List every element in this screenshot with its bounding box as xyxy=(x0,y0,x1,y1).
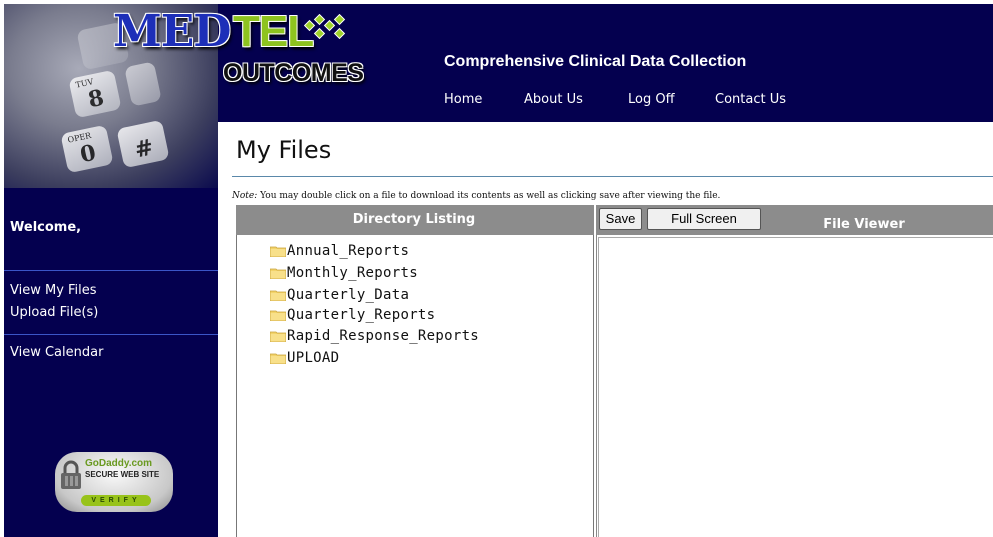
folder-label: Quarterly_Reports xyxy=(287,307,436,323)
save-button[interactable]: Save xyxy=(599,208,642,230)
logo-tel-text: TEL xyxy=(233,7,314,56)
note-body: You may double click on a file to downlo… xyxy=(257,191,721,201)
file-viewer-header: File Viewer xyxy=(823,217,905,232)
folder-item-annual-reports[interactable]: Annual_Reports xyxy=(270,242,409,260)
folder-icon xyxy=(270,353,286,364)
nav-log-off[interactable]: Log Off xyxy=(628,92,675,107)
note-text: Note: You may double click on a file to … xyxy=(232,191,720,201)
nav-contact-us[interactable]: Contact Us xyxy=(715,92,786,107)
phone-key-digit: 8 xyxy=(85,84,107,114)
badge-brand-text: GoDaddy.com xyxy=(85,458,153,469)
folder-icon xyxy=(270,268,286,279)
phone-key: TUV 8 xyxy=(68,69,122,119)
phone-key: OPER 0 xyxy=(60,124,114,174)
padlock-icon xyxy=(61,460,81,489)
logo-med-text: MED xyxy=(113,6,231,57)
full-screen-button[interactable]: Full Screen xyxy=(647,208,761,230)
directory-listing-header: Directory Listing xyxy=(352,212,476,227)
phone-key: # xyxy=(116,119,170,169)
folder-item-upload[interactable]: UPLOAD xyxy=(270,349,339,367)
page-title: My Files xyxy=(236,136,332,164)
site-tagline: Comprehensive Clinical Data Collection xyxy=(444,53,747,70)
phone-key xyxy=(124,61,162,107)
nav-home[interactable]: Home xyxy=(444,92,482,107)
title-divider xyxy=(232,176,993,177)
folder-item-monthly-reports[interactable]: Monthly_Reports xyxy=(270,264,418,282)
folder-label: Rapid_Response_Reports xyxy=(287,328,480,344)
phone-key-digit: 0 xyxy=(77,139,99,169)
sidebar-item-upload-files[interactable]: Upload File(s) xyxy=(10,305,98,320)
folder-icon xyxy=(270,331,286,342)
folder-item-quarterly-data[interactable]: Quarterly_Data xyxy=(270,286,409,304)
folder-label: Monthly_Reports xyxy=(287,265,418,281)
badge-verify-text: VERIFY xyxy=(81,495,151,506)
folder-label: Annual_Reports xyxy=(287,243,410,259)
secure-site-badge[interactable]: GoDaddy.com SECURE WEB SITE VERIFY xyxy=(55,452,173,512)
folder-label: UPLOAD xyxy=(287,350,340,366)
logo-outcomes-text: OUTCOMES xyxy=(223,59,364,87)
nav-about-us[interactable]: About Us xyxy=(524,92,583,107)
logo-dots-icon xyxy=(304,14,346,40)
sidebar-divider xyxy=(4,334,218,335)
welcome-text: Welcome, xyxy=(10,220,82,235)
note-prefix: Note: xyxy=(232,191,258,201)
folder-label: Quarterly_Data xyxy=(287,287,410,303)
sidebar-item-view-my-files[interactable]: View My Files xyxy=(10,283,97,298)
file-viewer-frame[interactable] xyxy=(598,237,993,537)
phone-key-digit: # xyxy=(132,134,156,164)
badge-secure-text: SECURE WEB SITE xyxy=(85,470,160,479)
sidebar-divider xyxy=(4,270,218,271)
folder-icon xyxy=(270,290,286,301)
folder-item-rapid-response-reports[interactable]: Rapid_Response_Reports xyxy=(270,327,479,345)
folder-icon xyxy=(270,310,286,321)
folder-item-quarterly-reports[interactable]: Quarterly_Reports xyxy=(270,306,435,324)
sidebar-item-view-calendar[interactable]: View Calendar xyxy=(10,345,103,360)
folder-icon xyxy=(270,246,286,257)
